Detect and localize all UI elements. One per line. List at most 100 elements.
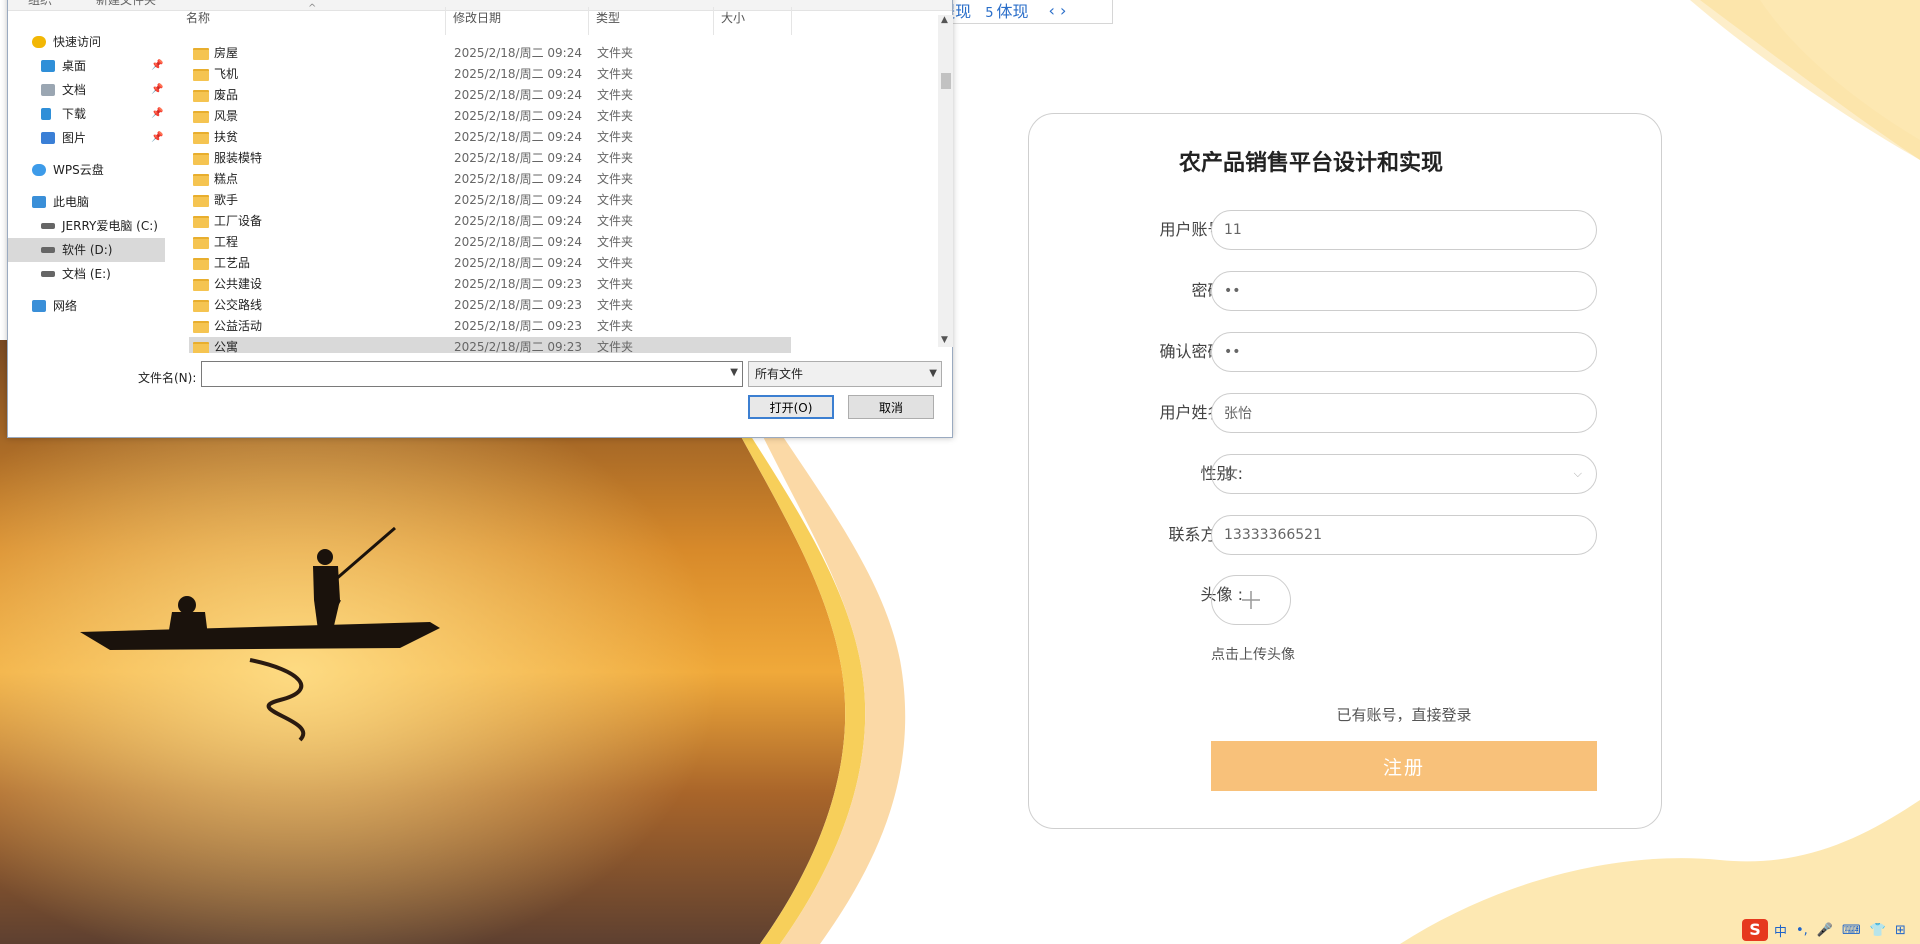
new-folder-button[interactable]: 新建文件夹 xyxy=(96,0,156,8)
name-input[interactable] xyxy=(1211,393,1597,433)
file-row[interactable]: 废品 2025/2/18/周二 09:24 文件夹 xyxy=(189,85,791,106)
folder-icon xyxy=(193,174,209,186)
folder-icon xyxy=(193,48,209,60)
scroll-down-icon[interactable]: ▼ xyxy=(941,335,948,345)
vertical-scrollbar[interactable]: ▲ ▼ xyxy=(938,15,953,347)
nav-this-pc[interactable]: 此电脑 xyxy=(8,190,165,214)
gender-row: 性别 : 女 ⌵ xyxy=(1029,454,1663,494)
file-row[interactable]: 糕点 2025/2/18/周二 09:24 文件夹 xyxy=(189,169,791,190)
folder-icon xyxy=(193,111,209,123)
sort-up-icon: ^ xyxy=(308,3,317,14)
skin-icon[interactable]: 👕 xyxy=(1870,923,1886,938)
nav-network[interactable]: 网络 xyxy=(8,294,165,318)
file-row[interactable]: 工程 2025/2/18/周二 09:24 文件夹 xyxy=(189,232,791,253)
ime-toolbar: S 中 •, 🎤 ⌨ 👕 ⊞ xyxy=(1742,918,1915,942)
nav-drive-d[interactable]: 软件 (D:) xyxy=(8,238,165,262)
scroll-up-icon[interactable]: ▲ xyxy=(941,15,948,25)
folder-icon xyxy=(193,90,209,102)
column-header: ^ 名称 修改日期 类型 大小 xyxy=(183,1,953,35)
pin-icon: 📌 xyxy=(151,132,164,143)
keyboard-icon[interactable]: ⌨ xyxy=(1842,923,1861,938)
col-type[interactable]: 类型 xyxy=(596,1,620,35)
network-icon xyxy=(32,300,46,312)
register-button[interactable]: 注册 xyxy=(1211,741,1597,791)
candidate-5[interactable]: 5 体现 xyxy=(985,0,1028,22)
account-input[interactable] xyxy=(1211,210,1597,250)
avatar-upload-button[interactable] xyxy=(1211,575,1291,625)
gender-value: 女 xyxy=(1224,466,1238,482)
phone-row: 联系方式 : xyxy=(1029,515,1663,555)
nav-pane: 快速访问 桌面 📌 文档 📌 下载 📌 图片 📌 WPS云盘 此电脑 JERRY爱电脑 … xyxy=(8,13,165,351)
avatar-row: 头像 : xyxy=(1029,575,1663,625)
organize-button[interactable]: 组织 xyxy=(28,0,52,8)
desktop-icon xyxy=(41,60,55,72)
cloud-icon xyxy=(32,164,46,176)
file-row[interactable]: 工艺品 2025/2/18/周二 09:24 文件夹 xyxy=(189,253,791,274)
folder-icon xyxy=(193,216,209,228)
account-row: 用户账号 :* xyxy=(1029,210,1663,250)
confirm-password-row: 确认密码 :* xyxy=(1029,332,1663,372)
file-row[interactable]: 工厂设备 2025/2/18/周二 09:24 文件夹 xyxy=(189,211,791,232)
file-row-selected[interactable]: 公寓 2025/2/18/周二 09:23 文件夹 xyxy=(189,337,791,353)
col-date[interactable]: 修改日期 xyxy=(453,1,501,35)
nav-desktop[interactable]: 桌面 📌 xyxy=(8,54,165,78)
file-row[interactable]: 歌手 2025/2/18/周二 09:24 文件夹 xyxy=(189,190,791,211)
column-divider[interactable] xyxy=(713,7,714,35)
phone-input[interactable] xyxy=(1211,515,1597,555)
cancel-button[interactable]: 取消 xyxy=(848,395,934,419)
password-input[interactable] xyxy=(1211,271,1597,311)
star-icon xyxy=(32,36,46,48)
chevron-down-icon[interactable]: ▼ xyxy=(730,367,738,378)
folder-icon xyxy=(193,258,209,270)
chevron-down-icon: ⌵ xyxy=(1573,467,1582,480)
pin-icon: 📌 xyxy=(151,60,164,71)
column-divider[interactable] xyxy=(791,7,792,35)
folder-icon xyxy=(193,300,209,312)
punctuation-icon[interactable]: •, xyxy=(1796,923,1808,938)
file-open-dialog: 组织 新建文件夹 快速访问 桌面 📌 文档 📌 下载 📌 图片 📌 WPS云盘 此电脑 … xyxy=(7,0,953,438)
column-divider[interactable] xyxy=(588,7,589,35)
file-row[interactable]: 房屋 2025/2/18/周二 09:24 文件夹 xyxy=(189,43,791,64)
folder-icon xyxy=(193,321,209,333)
nav-drive-e[interactable]: 文档 (E:) xyxy=(8,262,165,286)
file-row[interactable]: 公益活动 2025/2/18/周二 09:23 文件夹 xyxy=(189,316,791,337)
col-size[interactable]: 大小 xyxy=(721,1,745,35)
documents-icon xyxy=(41,84,55,96)
file-row[interactable]: 风景 2025/2/18/周二 09:24 文件夹 xyxy=(189,106,791,127)
scroll-thumb[interactable] xyxy=(941,73,951,89)
nav-pictures[interactable]: 图片 📌 xyxy=(8,126,165,150)
filetype-select[interactable]: 所有文件 ▼ xyxy=(748,361,942,387)
plus-icon xyxy=(1242,591,1260,609)
pictures-icon xyxy=(41,132,55,144)
filename-input[interactable]: ▼ xyxy=(201,361,743,387)
confirm-password-input[interactable] xyxy=(1211,332,1597,372)
candidate-page-arrows[interactable]: ‹ › xyxy=(1048,1,1066,20)
nav-quick-access[interactable]: 快速访问 xyxy=(8,30,165,54)
login-link[interactable]: 已有账号，直接登录 xyxy=(1211,704,1597,725)
folder-icon xyxy=(193,342,209,353)
gender-select[interactable]: 女 ⌵ xyxy=(1211,454,1597,494)
folder-icon xyxy=(193,153,209,165)
nav-wps-cloud[interactable]: WPS云盘 xyxy=(8,158,165,182)
col-name[interactable]: 名称 xyxy=(186,1,210,35)
sogou-logo-icon[interactable]: S xyxy=(1742,919,1768,941)
nav-documents[interactable]: 文档 📌 xyxy=(8,78,165,102)
microphone-icon[interactable]: 🎤 xyxy=(1817,923,1833,938)
column-divider[interactable] xyxy=(445,7,446,35)
folder-icon xyxy=(193,132,209,144)
ime-mode[interactable]: 中 xyxy=(1774,921,1787,940)
nav-downloads[interactable]: 下载 📌 xyxy=(8,102,165,126)
computer-icon xyxy=(32,196,46,208)
nav-drive-c[interactable]: JERRY爱电脑 (C:) xyxy=(8,214,165,238)
page-title: 农产品销售平台设计和实现 xyxy=(1178,151,1443,176)
menu-grid-icon[interactable]: ⊞ xyxy=(1895,923,1906,938)
register-card: 农产品销售平台设计和实现 用户账号 :* 密码 :* 确认密码 :* 用户姓名 … xyxy=(1028,113,1662,829)
file-row[interactable]: 扶贫 2025/2/18/周二 09:24 文件夹 xyxy=(189,127,791,148)
open-button[interactable]: 打开(O) xyxy=(748,395,834,419)
file-row[interactable]: 公共建设 2025/2/18/周二 09:23 文件夹 xyxy=(189,274,791,295)
file-row[interactable]: 公交路线 2025/2/18/周二 09:23 文件夹 xyxy=(189,295,791,316)
file-row[interactable]: 服装模特 2025/2/18/周二 09:24 文件夹 xyxy=(189,148,791,169)
file-row[interactable]: 飞机 2025/2/18/周二 09:24 文件夹 xyxy=(189,64,791,85)
folder-icon xyxy=(193,237,209,249)
pin-icon: 📌 xyxy=(151,84,164,95)
